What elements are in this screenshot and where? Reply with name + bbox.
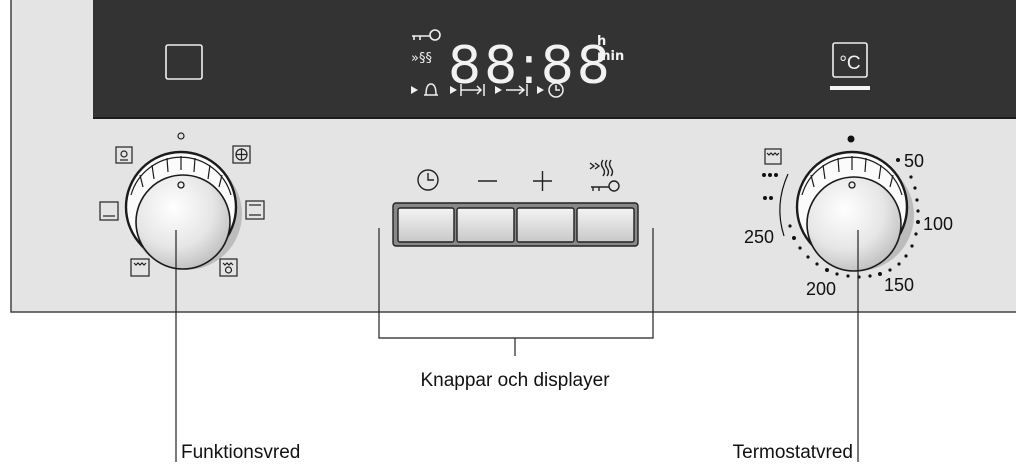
fast-heat-icon: »§§	[411, 51, 432, 66]
lcd-time: 88:88	[448, 36, 613, 96]
thermostat-knob-callout-label: Termostatvred	[733, 442, 853, 463]
scale-label-150: 150	[884, 275, 914, 295]
buttons-callout-label: Knappar och displayer	[420, 370, 610, 391]
scale-label-200: 200	[806, 279, 836, 299]
scale-label-50: 50	[904, 151, 924, 171]
timer-button[interactable]	[397, 207, 455, 243]
celsius-indicator: °C	[839, 53, 860, 74]
plus-button[interactable]	[516, 207, 575, 243]
lcd-unit-min: min	[597, 49, 624, 64]
fast-heat-button[interactable]	[576, 207, 635, 243]
celsius-underline	[830, 86, 870, 90]
oven-control-panel-diagram: »§§ 88:88 h min °C 50 100 150 200 250 Kn…	[10, 0, 1016, 463]
scale-label-100: 100	[923, 214, 953, 234]
lcd-unit-h: h	[597, 34, 606, 49]
function-knob-callout-label: Funktionsvred	[181, 442, 300, 463]
off-position-marker	[847, 135, 855, 143]
minus-button[interactable]	[456, 207, 515, 243]
scale-label-250: 250	[744, 227, 774, 247]
